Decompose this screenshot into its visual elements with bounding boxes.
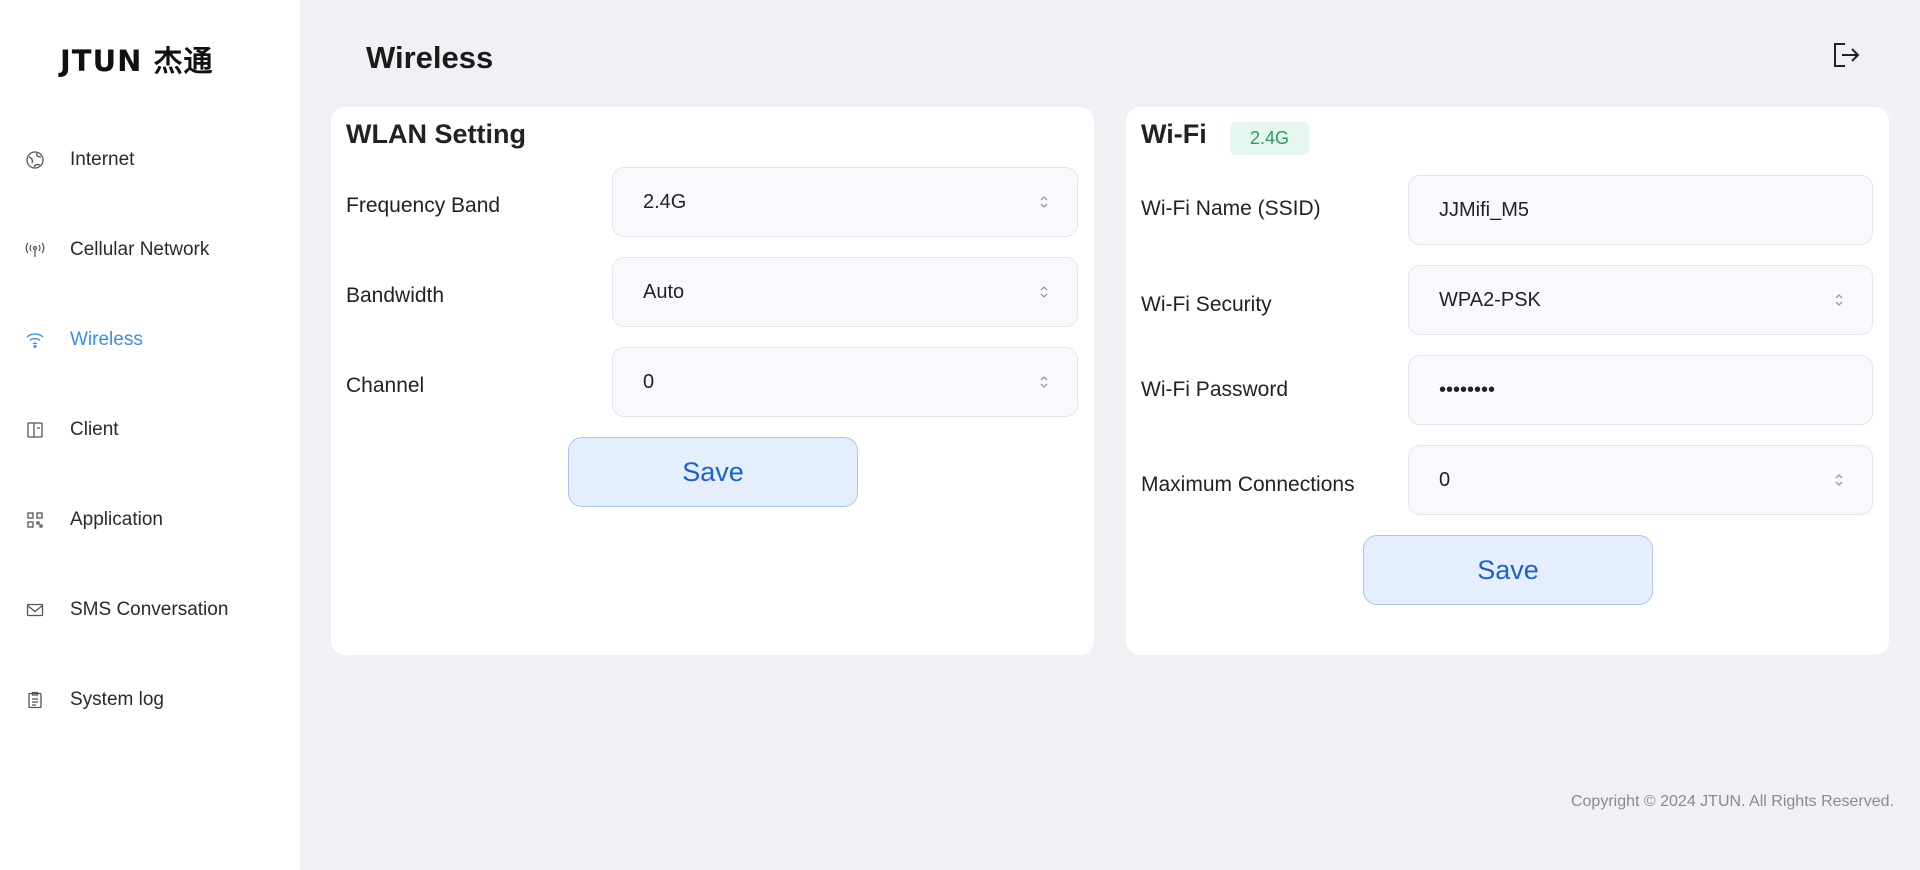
frequency-band-select[interactable]: 2.4G	[612, 167, 1078, 237]
sidebar-item-label: Wireless	[70, 329, 143, 350]
sidebar-item-label: SMS Conversation	[70, 599, 229, 620]
sidebar-item-internet[interactable]: Internet	[0, 115, 300, 205]
sidebar-item-system-log[interactable]: System log	[0, 655, 300, 745]
wifi-icon	[24, 329, 46, 351]
wifi-password-input[interactable]: ••••••••	[1408, 355, 1873, 425]
bandwidth-select[interactable]: Auto	[612, 257, 1078, 327]
logout-icon[interactable]	[1830, 40, 1860, 70]
wifi-password-value: ••••••••	[1439, 378, 1496, 401]
envelope-icon	[24, 599, 46, 621]
card-title: WLAN Setting	[346, 119, 526, 149]
sidebar-item-wireless[interactable]: Wireless	[0, 295, 300, 385]
ssid-input[interactable]: JJMifi_M5	[1408, 175, 1873, 245]
chevron-updown-icon	[1040, 286, 1048, 298]
chevron-updown-icon	[1835, 294, 1843, 306]
antenna-icon	[24, 239, 46, 261]
max-connections-select[interactable]: 0	[1408, 445, 1873, 515]
wifi-card: Wi-Fi 2.4G Wi-Fi Name (SSID) JJMifi_M5 W…	[1126, 107, 1889, 655]
sidebar-item-cellular-network[interactable]: Cellular Network	[0, 205, 300, 295]
sidebar-item-label: Application	[70, 509, 163, 530]
globe-icon	[24, 149, 46, 171]
channel-label: Channel	[346, 374, 425, 397]
main-content: Wireless WLAN Setting Frequency Band 2.4…	[300, 0, 1920, 870]
frequency-band-value: 2.4G	[643, 190, 687, 213]
brand-logo: JTUN 杰通	[60, 44, 214, 78]
max-connections-label: Maximum Connections	[1141, 473, 1355, 496]
ssid-label: Wi-Fi Name (SSID)	[1141, 197, 1321, 220]
grid-icon	[24, 509, 46, 531]
bandwidth-label: Bandwidth	[346, 284, 445, 307]
copyright-text: Copyright © 2024 JTUN. All Rights Reserv…	[1570, 793, 1894, 810]
sidebar-item-client[interactable]: Client	[0, 385, 300, 475]
channel-value: 0	[643, 370, 655, 393]
card-title: Wi-Fi	[1141, 119, 1207, 149]
ssid-value: JJMifi_M5	[1439, 198, 1530, 221]
client-icon	[24, 419, 46, 441]
chevron-updown-icon	[1040, 376, 1048, 388]
sidebar-item-label: Client	[70, 419, 119, 440]
wlan-setting-card: WLAN Setting Frequency Band 2.4G Bandwid…	[331, 107, 1094, 655]
band-badge: 2.4G	[1230, 122, 1310, 155]
max-connections-value: 0	[1439, 468, 1451, 491]
wlan-save-button[interactable]: Save	[568, 437, 858, 507]
wifi-security-select[interactable]: WPA2-PSK	[1408, 265, 1873, 335]
frequency-band-label: Frequency Band	[346, 194, 501, 217]
sidebar-nav: Internet Cellular Network Wireless Clien…	[0, 115, 300, 745]
wifi-security-label: Wi-Fi Security	[1141, 293, 1272, 316]
bandwidth-value: Auto	[643, 280, 685, 303]
page-title: Wireless	[366, 40, 494, 75]
channel-select[interactable]: 0	[612, 347, 1078, 417]
sidebar-item-sms-conversation[interactable]: SMS Conversation	[0, 565, 300, 655]
wifi-security-value: WPA2-PSK	[1439, 288, 1541, 311]
sidebar: JTUN 杰通 Internet Cellular Network Wirele…	[0, 0, 300, 870]
sidebar-item-label: Internet	[70, 149, 135, 170]
sidebar-item-label: System log	[70, 689, 164, 710]
sidebar-item-application[interactable]: Application	[0, 475, 300, 565]
clipboard-icon	[24, 689, 46, 711]
wifi-save-button[interactable]: Save	[1363, 535, 1653, 605]
chevron-updown-icon	[1835, 474, 1843, 486]
sidebar-item-label: Cellular Network	[70, 239, 210, 260]
chevron-updown-icon	[1040, 196, 1048, 208]
wifi-password-label: Wi-Fi Password	[1141, 378, 1289, 401]
